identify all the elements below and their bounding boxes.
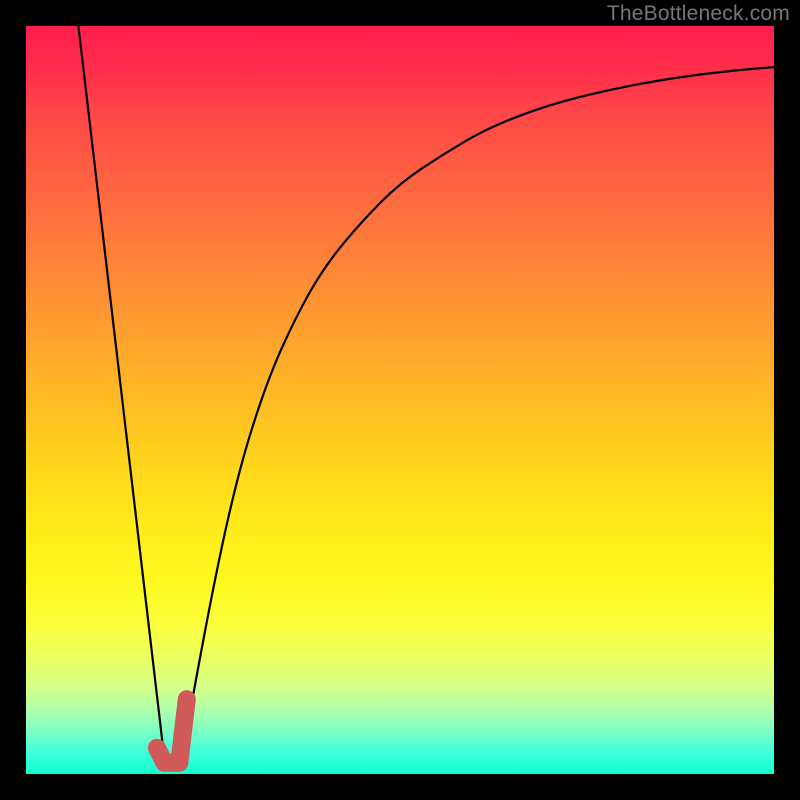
recovery-curve: [183, 67, 774, 752]
plot-area: [26, 26, 774, 774]
chart-curves: [26, 26, 774, 774]
series-descent: [78, 26, 164, 759]
descent-line: [78, 26, 164, 759]
watermark-text: TheBottleneck.com: [607, 2, 790, 26]
series-recovery: [183, 67, 774, 752]
chart-frame: TheBottleneck.com: [0, 0, 800, 800]
